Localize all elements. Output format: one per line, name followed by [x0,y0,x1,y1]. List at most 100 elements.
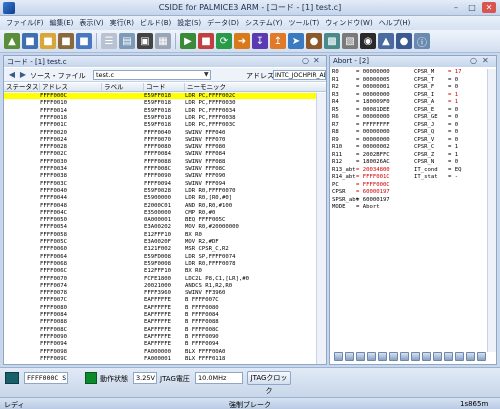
menu-view[interactable]: 表示(V) [76,18,106,28]
minimize-button[interactable]: – [449,2,463,13]
open-folder-icon[interactable]: ■ [22,33,38,49]
table-row[interactable]: FFFF0058 E12FFF10 BX R0 [4,232,316,238]
list-icon[interactable]: ☰ [101,33,117,49]
register-tool-icon[interactable] [477,352,486,361]
table-row[interactable]: FFFF007C EAFFFFFE B FFFF007C [4,297,316,303]
table-row[interactable]: FFFF0014 E59FF018 LDR PC,FFFF0034 [4,108,316,114]
breakpoint-icon[interactable]: ● [306,33,322,49]
step-out-icon[interactable]: ↥ [270,33,286,49]
info-icon[interactable]: ⓘ [414,33,430,49]
step-over-icon[interactable]: ➜ [234,33,250,49]
register-row[interactable]: R12 = 180026AC CPSR_N = 0 [330,159,488,166]
table-row[interactable]: FFFF0040 E59F0028 LDR R0,FFFF0070 [4,188,316,194]
register-tool-icon[interactable] [378,352,387,361]
menu-data[interactable]: データ(D) [204,18,242,28]
register-tool-icon[interactable] [444,352,453,361]
memory-icon[interactable]: ▧ [342,33,358,49]
column-label[interactable]: ラベル [102,83,144,92]
maximize-button[interactable]: □ [465,2,479,13]
save-icon[interactable]: ■ [76,33,92,49]
table-row[interactable]: FFFF0044 E5900000 LDR R0,[R0,#0] [4,195,316,201]
book-icon[interactable]: ■ [58,33,74,49]
register-tool-icon[interactable] [422,352,431,361]
menu-settings[interactable]: 設定(S) [174,18,204,28]
table-row[interactable]: FFFF0068 E59F0008 LDR R0,FFFF0078 [4,261,316,267]
register-tool-icon[interactable] [345,352,354,361]
register-row[interactable]: R10 = 00000002 CPSR_C = 1 [330,144,488,151]
menu-tools[interactable]: ツール(T) [286,18,323,28]
register-tool-icon[interactable] [433,352,442,361]
pin-icon[interactable]: ○ [302,56,309,65]
register-row[interactable]: R13_abt = 20034800 IT_cond = EQ [330,167,488,174]
table-row[interactable]: FFFF0094 EAFFFFFE B FFFF0094 [4,341,316,347]
table-row[interactable]: FFFF0080 EAFFFFFE B FFFF0080 [4,305,316,311]
trace-icon[interactable]: ▩ [324,33,340,49]
table-row[interactable]: FFFF006C E12FFF10 BX R0 [4,268,316,274]
menu-run[interactable]: 実行(R) [107,18,137,28]
menu-system[interactable]: システム(Y) [242,18,286,28]
source-file-select[interactable]: test.c [93,70,211,80]
table-row[interactable]: FFFF0064 E59FD008 LDR SP,FFFF0074 [4,254,316,260]
register-row[interactable]: R8 = 00000000 CPSR_Q = 0 [330,129,488,136]
menu-build[interactable]: ビルド(B) [137,18,174,28]
step-in-icon[interactable]: ↧ [252,33,268,49]
table-row[interactable]: FFFF0090 EAFFFFFE B FFFF0090 [4,334,316,340]
register-tool-icon[interactable] [455,352,464,361]
camera-icon[interactable]: ◉ [360,33,376,49]
register-icon[interactable]: ▦ [155,33,171,49]
table-row[interactable]: FFFF003C FFFF0094 SWINV FFF094 [4,181,316,187]
register-row[interactable]: R1 = 00000005 CPSR_T = 0 [330,77,488,84]
register-row[interactable]: R11 = 2002BFFC CPSR_Z = 1 [330,152,488,159]
register-row[interactable]: R0 = 00000000 CPSR_M = 17 [330,69,488,76]
register-row[interactable]: MODE = Abort [330,204,488,211]
table-row[interactable]: FFFF0020 FFFF0040 SWINV FFF040 [4,130,316,136]
pin-icon[interactable]: ○ [470,56,477,65]
register-row[interactable]: R3 = 00000000 CPSR_I = 1 [330,92,488,99]
register-tool-icon[interactable] [400,352,409,361]
table-row[interactable]: FFFF0010 E59FF018 LDR PC,FFFF0030 [4,100,316,106]
table-row[interactable]: FFFF0074 20021000 ANDCS R1,R2,R0 [4,283,316,289]
register-row[interactable]: CPSR = 60000197 [330,189,488,196]
vertical-scrollbar[interactable] [487,69,496,352]
table-row[interactable]: FFFF0034 FFFF008C SWINV FFF08C [4,166,316,172]
new-project-icon[interactable]: ▲ [4,33,20,49]
register-row[interactable]: R2 = 00000001 CPSR_F = 0 [330,84,488,91]
register-tool-icon[interactable] [356,352,365,361]
close-icon[interactable]: ✕ [482,56,489,65]
table-row[interactable]: FFFF0060 E121F002 MSR CPSR_C,R2 [4,246,316,252]
table-row[interactable]: FFFF0028 FFFF0080 SWINV FFF080 [4,144,316,150]
register-tool-icon[interactable] [411,352,420,361]
register-tool-icon[interactable] [367,352,376,361]
table-row[interactable]: FFFF002C FFFF0084 SWINV FFF084 [4,151,316,157]
register-tool-icon[interactable] [334,352,343,361]
register-row[interactable]: R14_abt = FFFF001C IT_stat = - [330,174,488,181]
register-row[interactable]: R4 = 180009F0 CPSR_A = 1 [330,99,488,106]
chip-icon[interactable]: ▣ [137,33,153,49]
table-row[interactable]: FFFF0084 EAFFFFFE B FFFF0084 [4,312,316,318]
connect-icon[interactable]: ● [396,33,412,49]
menu-edit[interactable]: 編集(E) [47,18,77,28]
table-row[interactable]: FFFF0088 EAFFFFFE B FFFF0088 [4,319,316,325]
address-input[interactable]: INTC_JOCHPIR_ADDR+17de [273,70,326,80]
register-row[interactable]: R5 = 00081DEE CPSR_E = 0 [330,107,488,114]
menu-help[interactable]: ヘルプ(H) [376,18,414,28]
register-row[interactable]: SPSR_abt = 60000197 [330,197,488,204]
table-row[interactable]: FFFF0024 FFFF0070 SWINV FFF070 [4,137,316,143]
table-row[interactable]: FFFF0098 FA000000 BLX FFFF00A0 [4,349,316,355]
table-row[interactable]: FFFF0078 FFFF3960 SWINV FF3960 [4,290,316,296]
menu-file[interactable]: ファイル(F) [3,18,47,28]
stop-icon[interactable]: ■ [198,33,214,49]
table-row[interactable]: FFFF0048 E2000C01 AND R0,R0,#100 [4,203,316,209]
table-row[interactable]: FFFF005C E3A0020F MOV R2,#DF [4,239,316,245]
register-tool-icon[interactable] [466,352,475,361]
column-mnemonic[interactable]: ニーモニック [185,83,316,92]
document-icon[interactable]: ▤ [119,33,135,49]
table-row[interactable]: FFFF0070 FCFE1800 LDC2L P8,C1,[LR],#0 [4,276,316,282]
table-row[interactable]: FFFF0038 FFFF0090 SWINV FFF090 [4,173,316,179]
menu-window[interactable]: ウィンドウ(W) [322,18,375,28]
chevron-down-icon[interactable]: ▼ [204,70,211,80]
table-row[interactable]: FFFF009C FA000001 BLX FFFF0118 [4,356,316,362]
table-row[interactable]: FFFF008C EAFFFFFE B FFFF008C [4,327,316,333]
table-row[interactable]: FFFF0054 E3A00202 MOV R0,#20000000 [4,224,316,230]
column-code[interactable]: コード [144,83,185,92]
